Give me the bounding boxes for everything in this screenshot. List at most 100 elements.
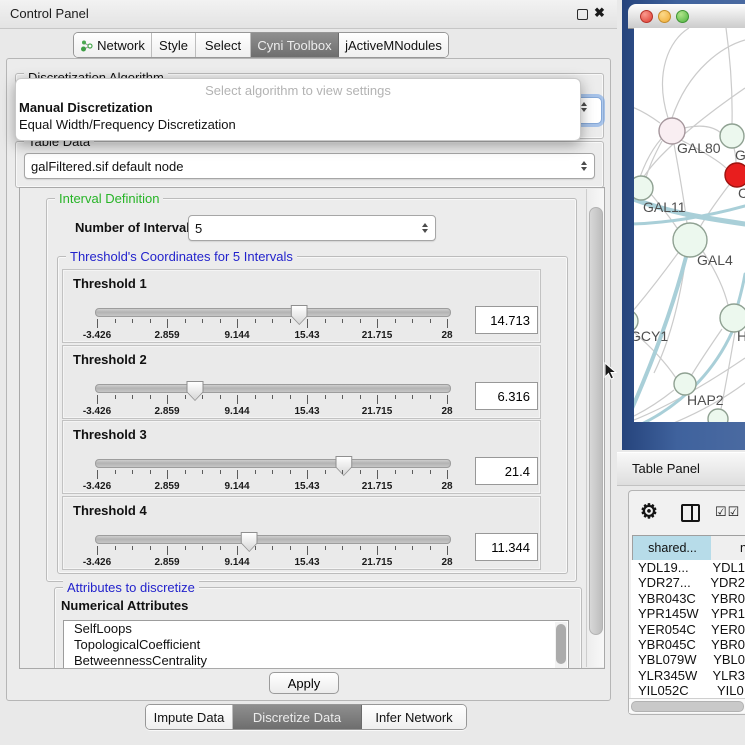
- threshold-label: Threshold 3: [73, 427, 147, 442]
- network-node-partial[interactable]: [708, 409, 728, 422]
- threshold-label: Threshold 1: [73, 276, 147, 291]
- node-label: C: [738, 185, 745, 201]
- attribute-item[interactable]: TopologicalCoefficient: [64, 637, 568, 653]
- slider-ticks: [97, 470, 447, 480]
- threshold-panel: Threshold 3 -3.4262.8599.14415.4321.7152…: [62, 420, 541, 494]
- slider-ticks: [97, 546, 447, 556]
- table-row[interactable]: YER054CYER0: [631, 622, 745, 637]
- tab-label: Select: [205, 38, 241, 53]
- node-label: HAP2: [687, 392, 724, 408]
- table-data-combobox[interactable]: galFiltered.sif default node: [24, 153, 595, 179]
- network-node-g[interactable]: [720, 124, 744, 148]
- panel-scrollbar[interactable]: [586, 189, 604, 667]
- number-of-intervals-label: Number of Intervals: [75, 220, 197, 235]
- tab-jactivemnodules[interactable]: jActiveMNodules: [339, 33, 448, 57]
- zoom-traffic-light-icon[interactable]: [676, 10, 689, 23]
- threshold-panel: Threshold 2 -3.4262.8599.14415.4321.7152…: [62, 345, 541, 419]
- threshold-panel: Threshold 4 -3.4262.8599.14415.4321.7152…: [62, 496, 541, 570]
- tab-label: Impute Data: [154, 710, 225, 725]
- table-row[interactable]: YLR345WYLR3: [631, 668, 745, 683]
- cyni-toolbox-panel: Discretization Algorithm Select algorith…: [6, 58, 611, 701]
- table-row[interactable]: YBL079WYBL0: [631, 652, 745, 667]
- tab-discretize-data[interactable]: Discretize Data: [233, 705, 362, 729]
- table-hscrollbar[interactable]: [629, 698, 745, 713]
- close-icon[interactable]: ✖: [594, 5, 605, 21]
- threshold-value-input[interactable]: [475, 457, 538, 485]
- network-node-gal11[interactable]: [634, 176, 653, 200]
- node-label: GCY1: [634, 328, 668, 344]
- threshold-slider[interactable]: -3.4262.8599.14415.4321.71528: [95, 527, 451, 569]
- network-view-window[interactable]: GAL80 GA C GAL11 GAL4 GCY1 H HAP2: [622, 0, 745, 450]
- control-panel-titlebar: Control Panel ✖: [0, 0, 617, 29]
- tab-impute-data[interactable]: Impute Data: [146, 705, 233, 729]
- threshold-label: Threshold 2: [73, 352, 147, 367]
- attribute-item[interactable]: SelfLoops: [64, 621, 568, 637]
- select-columns-icon[interactable]: ☑☑: [715, 504, 740, 520]
- table-row[interactable]: YPR145WYPR1: [631, 606, 745, 621]
- algorithm-option[interactable]: Equal Width/Frequency Discretization: [16, 116, 580, 133]
- apply-button[interactable]: Apply: [269, 672, 339, 694]
- combo-arrows-icon: [581, 161, 588, 171]
- table-hscrollbar-thumb[interactable]: [631, 701, 744, 712]
- slider-tick-labels: -3.4262.8599.14415.4321.71528: [97, 330, 447, 341]
- tab-select[interactable]: Select: [196, 33, 251, 57]
- tab-cyni-toolbox[interactable]: Cyni Toolbox: [251, 33, 339, 57]
- slider-ticks: [97, 395, 447, 405]
- slider-tick-labels: -3.4262.8599.14415.4321.71528: [97, 406, 447, 417]
- interval-definition-label: Interval Definition: [55, 191, 163, 206]
- threshold-slider[interactable]: -3.4262.8599.14415.4321.71528: [95, 300, 451, 342]
- tab-label: Style: [159, 38, 188, 53]
- algorithm-option[interactable]: Manual Discretization: [16, 99, 580, 116]
- node-label: GA: [735, 147, 745, 163]
- threshold-panel: Threshold 1 -3.4262.8599.14415.4321.7152…: [62, 269, 541, 343]
- settings-scrollpane: Interval Definition Number of Intervals …: [19, 187, 605, 669]
- network-icon: [80, 39, 93, 52]
- tab-style[interactable]: Style: [152, 33, 196, 57]
- float-window-icon[interactable]: [577, 9, 588, 20]
- node-label: H: [737, 328, 745, 344]
- network-canvas[interactable]: GAL80 GA C GAL11 GAL4 GCY1 H HAP2: [634, 28, 745, 422]
- slider-ticks: [97, 319, 447, 329]
- node-label: GAL80: [677, 140, 721, 156]
- combo-arrows-icon: [422, 223, 429, 233]
- threshold-value-input[interactable]: [475, 306, 538, 334]
- bottom-tab-bar: Impute Data Discretize Data Infer Networ…: [145, 704, 467, 730]
- tab-infer-network[interactable]: Infer Network: [362, 705, 466, 729]
- combo-arrows-icon: [581, 102, 601, 112]
- tab-label: jActiveMNodules: [345, 38, 442, 53]
- threshold-value-input[interactable]: [475, 533, 538, 561]
- table-data-value: galFiltered.sif default node: [31, 159, 183, 174]
- close-traffic-light-icon[interactable]: [640, 10, 653, 23]
- network-window-titlebar[interactable]: [628, 4, 745, 29]
- attributes-group: Attributes to discretize Numerical Attri…: [54, 587, 582, 669]
- table-row[interactable]: YDL19...YDL1: [631, 560, 745, 575]
- threshold-value-input[interactable]: [475, 382, 538, 410]
- tab-network[interactable]: Network: [74, 33, 152, 57]
- column-header-shared-name[interactable]: shared...: [632, 535, 713, 561]
- threshold-slider[interactable]: -3.4262.8599.14415.4321.71528: [95, 451, 451, 493]
- column-header-name[interactable]: na: [711, 535, 745, 561]
- minimize-traffic-light-icon[interactable]: [658, 10, 671, 23]
- table-row[interactable]: YBR045CYBR0: [631, 637, 745, 652]
- list-scrollbar-thumb[interactable]: [556, 624, 566, 664]
- table-panel: ⚙ ☑☑ shared... na YDL19...YDL1YDR27...YD…: [628, 490, 745, 715]
- network-graph: GAL80 GA C GAL11 GAL4 GCY1 H HAP2: [634, 28, 745, 422]
- table-row[interactable]: YIL052CYIL0: [631, 683, 745, 698]
- tab-label: Cyni Toolbox: [257, 38, 331, 53]
- mouse-cursor-icon: [603, 362, 617, 382]
- attribute-item[interactable]: BetweennessCentrality: [64, 653, 568, 669]
- numerical-attributes-list[interactable]: SelfLoopsTopologicalCoefficientBetweenne…: [63, 620, 569, 669]
- slider-tick-labels: -3.4262.8599.14415.4321.71528: [97, 481, 447, 492]
- slider-tick-labels: -3.4262.8599.14415.4321.71528: [97, 557, 447, 568]
- gear-icon[interactable]: ⚙: [640, 499, 658, 524]
- node-label: GAL4: [697, 252, 733, 268]
- list-scrollbar[interactable]: [555, 622, 567, 669]
- network-node-red[interactable]: [725, 163, 745, 187]
- number-of-intervals-combobox[interactable]: 5: [188, 215, 436, 241]
- table-row[interactable]: YBR043CYBR0: [631, 591, 745, 606]
- threshold-slider[interactable]: -3.4262.8599.14415.4321.71528: [95, 376, 451, 418]
- top-tab-bar: Network Style Select Cyni Toolbox jActiv…: [73, 32, 449, 58]
- split-columns-icon[interactable]: [681, 504, 700, 522]
- panel-scrollbar-thumb[interactable]: [589, 207, 603, 635]
- table-row[interactable]: YDR27...YDR2: [631, 575, 745, 590]
